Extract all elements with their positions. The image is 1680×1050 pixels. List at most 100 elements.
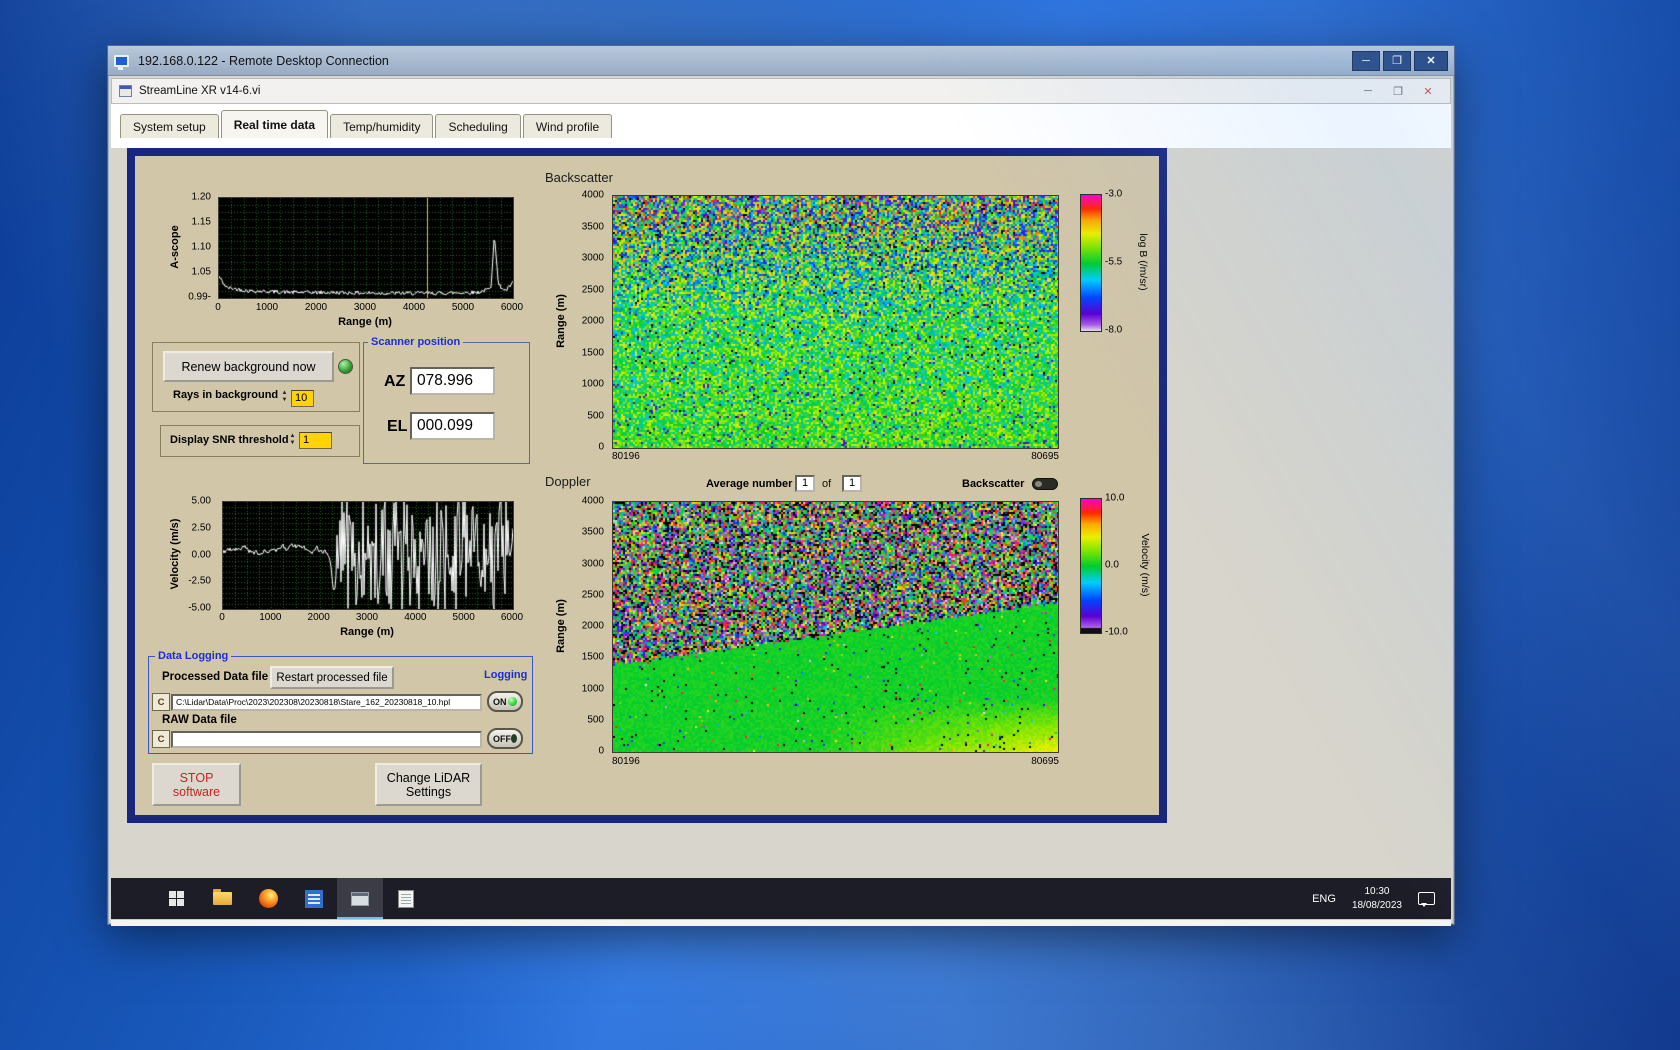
tick-label: -3.0 — [1105, 188, 1123, 200]
backscatter-title: Backscatter — [545, 170, 613, 185]
doppler-x-end: 80695 — [1031, 756, 1059, 767]
velocity-plot-canvas — [222, 501, 514, 610]
rdp-minimize-icon[interactable]: ─ — [1352, 50, 1380, 71]
rdp-bottom-scrollbar[interactable] — [111, 919, 1451, 926]
tick-label: 1000 — [581, 683, 604, 694]
tick-label: 1.20 — [191, 191, 211, 203]
firefox-button[interactable] — [245, 878, 291, 919]
notification-icon[interactable] — [1418, 892, 1435, 907]
tick-label: 6000 — [500, 302, 524, 313]
stop-button-line2: software — [172, 784, 221, 799]
ascope-y-axis-label: A-scope — [169, 225, 181, 269]
tab-wind-profile[interactable]: Wind profile — [522, 114, 613, 138]
raw-path-field[interactable] — [171, 731, 482, 748]
tick-label: 3500 — [581, 526, 604, 538]
tick-label: 3000 — [581, 558, 604, 569]
processed-path-browse-icon[interactable]: C — [152, 693, 170, 711]
off-label: OFF — [493, 733, 511, 744]
tick-label: 0.00 — [191, 549, 211, 560]
average-number-field[interactable]: 1 — [795, 475, 815, 492]
tick-label: 0 — [598, 745, 604, 757]
app-titlebar[interactable]: StreamLine XR v14-6.vi ─ ❐ ✕ — [111, 78, 1451, 104]
scanner-position-box — [363, 342, 530, 464]
average-number-label: Average number — [706, 478, 793, 490]
rays-in-background-field[interactable]: 10 — [291, 390, 314, 407]
app-close-icon[interactable]: ✕ — [1413, 85, 1443, 98]
app-shortcut-button[interactable] — [291, 878, 337, 919]
spinner-up-icon[interactable]: ▲ — [290, 433, 296, 439]
firefox-icon — [258, 889, 278, 908]
doppler-colorbar-ticks: 10.0 0.0 -10.0 — [1105, 493, 1139, 638]
rdp-maximize-icon[interactable]: ❐ — [1383, 50, 1411, 71]
rdp-titlebar[interactable]: 192.168.0.122 - Remote Desktop Connectio… — [108, 46, 1454, 76]
spinner-up-icon[interactable]: ▲ — [282, 390, 288, 396]
az-label: AZ — [384, 373, 406, 390]
tick-label: 2.50 — [191, 522, 211, 534]
tab-real-time-data[interactable]: Real time data — [220, 110, 329, 138]
tab-strip: System setup Real time data Temp/humidit… — [111, 104, 1451, 138]
tick-label: 1.15 — [191, 216, 211, 228]
tick-label: 1500 — [581, 651, 604, 663]
average-of-label: of — [822, 478, 832, 490]
tick-label: 4000 — [404, 612, 427, 623]
lidar-panel: A-scope 1.20 1.15 1.10 1.05 0.99- 0 1000 2000 3… — [135, 156, 1159, 815]
snr-threshold-field[interactable]: 1 — [299, 432, 332, 449]
background-group-box — [152, 342, 360, 412]
rays-spinner[interactable]: ▲ ▼ — [280, 390, 289, 404]
velocity-x-ticks: 0 1000 2000 3000 4000 5000 6000 — [219, 612, 523, 624]
tab-system-setup[interactable]: System setup — [120, 114, 219, 138]
tab-temp-humidity[interactable]: Temp/humidity — [330, 114, 434, 138]
tick-label: 5000 — [452, 612, 475, 623]
az-value-display: 078.996 — [410, 367, 495, 395]
tick-label: 1000 — [255, 302, 279, 313]
average-total-field[interactable]: 1 — [842, 475, 862, 492]
doppler-title: Doppler — [545, 474, 591, 489]
on-label: ON — [493, 696, 507, 707]
streamline-app-button[interactable] — [337, 878, 383, 919]
scan-scheduler-button[interactable] — [383, 878, 429, 919]
raw-path-browse-icon[interactable]: C — [152, 730, 170, 748]
tick-label: 0.99- — [188, 291, 211, 303]
doppler-heatmap-canvas — [612, 501, 1059, 753]
tick-label: 3000 — [581, 252, 604, 264]
tick-label: 10.0 — [1105, 492, 1125, 504]
start-button[interactable] — [153, 878, 199, 919]
tick-label: 4000 — [581, 495, 604, 507]
rdp-close-icon[interactable]: ✕ — [1414, 50, 1448, 71]
taskbar-clock[interactable]: 10:30 18/08/2023 — [1352, 885, 1402, 912]
backscatter-x-labels: 80196 80695 — [612, 451, 1059, 462]
tick-label: 2500 — [581, 589, 604, 601]
processed-path-field[interactable]: C:\Lidar\Data\Proc\2023\202308\20230818\… — [171, 694, 482, 711]
desktop-background: 192.168.0.122 - Remote Desktop Connectio… — [0, 0, 1680, 1050]
stop-software-button[interactable]: STOP software — [152, 763, 241, 806]
processed-data-file-label: Processed Data file — [162, 671, 269, 683]
renew-background-button[interactable]: Renew background now — [163, 351, 334, 382]
tick-label: 1000 — [259, 612, 282, 623]
raw-logging-toggle[interactable]: OFF — [487, 728, 523, 749]
change-button-line2: Settings — [405, 784, 452, 799]
app-minimize-icon[interactable]: ─ — [1353, 85, 1383, 97]
data-logging-title: Data Logging — [155, 650, 232, 662]
tick-label: 1.10 — [191, 241, 211, 253]
tab-scheduling[interactable]: Scheduling — [435, 114, 521, 138]
file-explorer-button[interactable] — [199, 878, 245, 919]
tick-label: 3000 — [355, 612, 379, 623]
change-lidar-settings-button[interactable]: Change LiDAR Settings — [375, 763, 482, 806]
spinner-down-icon[interactable]: ▼ — [290, 440, 296, 446]
doppler-y-axis-label: Range (m) — [555, 599, 567, 653]
processed-logging-toggle[interactable]: ON — [487, 691, 523, 712]
language-indicator[interactable]: ENG — [1312, 893, 1336, 905]
tick-label: 3000 — [353, 302, 377, 313]
app-restore-icon[interactable]: ❐ — [1383, 85, 1413, 98]
clock-date: 18/08/2023 — [1351, 899, 1402, 911]
logging-label: Logging — [484, 669, 528, 681]
backscatter-toggle-switch[interactable] — [1032, 478, 1058, 490]
tick-label: -5.00 — [188, 602, 211, 614]
restart-processed-file-button[interactable]: Restart processed file — [270, 666, 394, 689]
snr-spinner[interactable]: ▲ ▼ — [288, 433, 297, 447]
ascope-x-axis-label: Range (m) — [338, 316, 392, 328]
change-button-line1: Change LiDAR — [386, 770, 471, 785]
spinner-down-icon[interactable]: ▼ — [282, 397, 288, 403]
doppler-x-start: 80196 — [612, 756, 640, 767]
panel-frame: A-scope 1.20 1.15 1.10 1.05 0.99- 0 1000 2000 3… — [127, 148, 1167, 823]
